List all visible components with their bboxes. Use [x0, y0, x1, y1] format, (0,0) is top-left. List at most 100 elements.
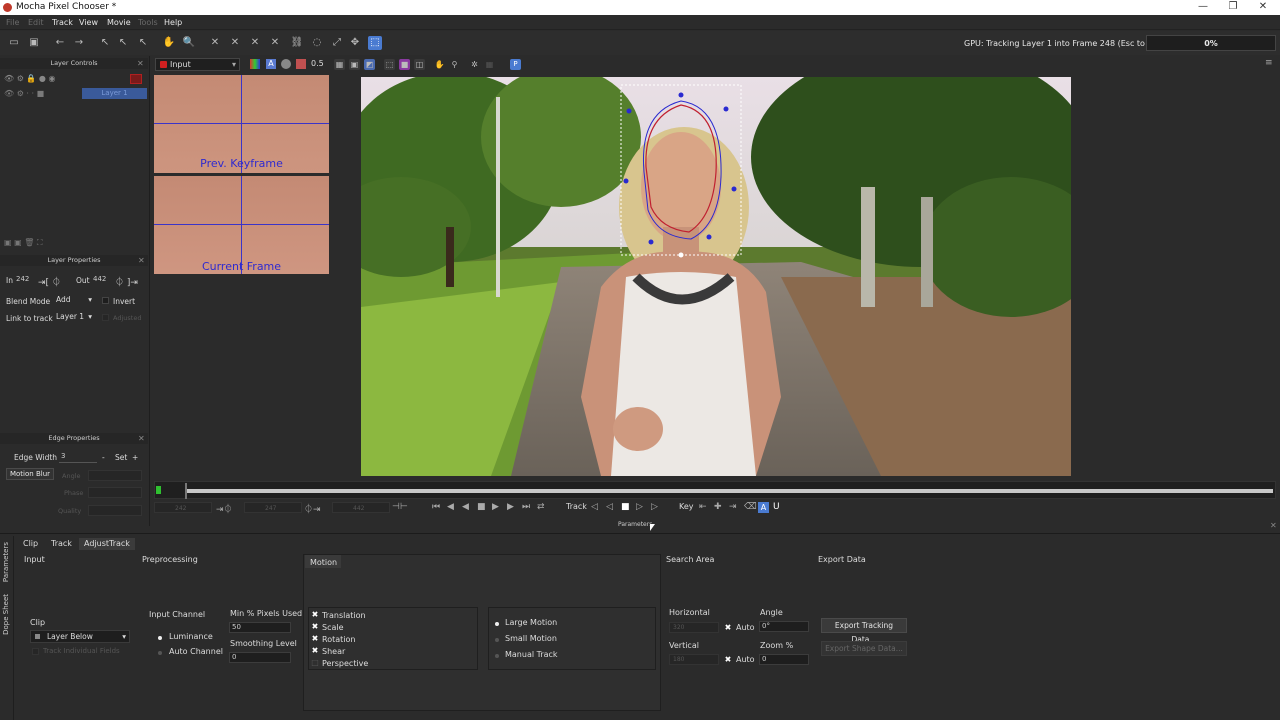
pin-icon[interactable]: ⚲ — [449, 59, 460, 70]
layer-row-icons[interactable]: 👁 ⚙ · · ■ — [4, 89, 64, 99]
go-to-in-icon[interactable]: ⇥⏀ — [216, 502, 233, 515]
horizontal-auto-checkbox[interactable]: ✖ — [724, 624, 732, 632]
menu-help[interactable]: Help — [164, 18, 182, 27]
go-to-out-icon[interactable]: ⏀⇥ — [304, 502, 321, 515]
manual-track-radio[interactable] — [495, 654, 499, 658]
opacity-value[interactable]: 0.5 — [311, 59, 324, 68]
bezier-add-icon[interactable]: ✕ — [268, 36, 282, 50]
xspline-add-icon[interactable]: ✕ — [228, 36, 242, 50]
angle-field[interactable]: 0° — [759, 621, 809, 632]
playhead[interactable] — [185, 483, 187, 499]
last-frame-icon[interactable]: ⏭ — [522, 502, 530, 512]
link-icon[interactable]: ⛓ — [290, 36, 304, 50]
clip-select[interactable]: Layer Below ▾ — [30, 630, 130, 643]
undo-key-icon[interactable]: U — [773, 502, 780, 512]
range-icon[interactable]: ⊣⊢ — [392, 502, 408, 512]
menu-view[interactable]: View — [79, 18, 98, 27]
select-points-icon[interactable]: ↖ — [116, 36, 130, 50]
layer-item-layer-1[interactable]: Layer 1 — [82, 88, 147, 99]
input-select[interactable]: Input ▾ — [155, 58, 240, 71]
add-key-icon[interactable]: ✚ — [714, 502, 722, 512]
viewer-canvas[interactable] — [361, 77, 1071, 476]
open-icon[interactable]: ▭ — [7, 36, 21, 50]
perspective-checkbox[interactable]: □ — [311, 659, 319, 667]
play-backward-icon[interactable]: ◀ — [462, 502, 469, 512]
save-icon[interactable]: ▣ — [27, 36, 41, 50]
overlay-icon[interactable] — [281, 59, 291, 69]
in-point-marker[interactable] — [156, 486, 161, 494]
in-field[interactable]: 242 — [14, 275, 34, 286]
tab-track[interactable]: Track — [46, 538, 77, 550]
scale-checkbox[interactable]: ✖ — [311, 623, 319, 631]
zoom-field[interactable]: 0 — [759, 654, 809, 665]
alpha-icon[interactable]: A — [266, 59, 276, 69]
matte-icon[interactable]: ■ — [399, 59, 410, 70]
stop-tracking-icon[interactable]: ■ — [621, 502, 630, 512]
shear-checkbox[interactable]: ✖ — [311, 647, 319, 655]
motion-blur-button[interactable]: Motion Blur — [6, 468, 54, 480]
track-step-forward-icon[interactable]: ▷ — [636, 502, 643, 512]
smoothing-field[interactable]: 0 — [229, 652, 291, 663]
small-motion-radio[interactable] — [495, 638, 499, 642]
close-icon[interactable]: ✕ — [1256, 1, 1270, 13]
auto-channel-radio[interactable] — [158, 651, 162, 655]
play-forward-icon[interactable]: ▶ — [492, 502, 499, 512]
edge-width-field[interactable]: 3 — [59, 452, 97, 463]
panel-menu-icon[interactable]: ≡ — [1265, 58, 1277, 68]
bezier-icon[interactable]: ✕ — [248, 36, 262, 50]
close-icon[interactable]: ✕ — [138, 256, 145, 265]
timeline-scrubber[interactable] — [154, 481, 1276, 499]
select-add-icon[interactable]: ↖ — [136, 36, 150, 50]
zoom-icon[interactable]: 🔍 — [182, 36, 196, 50]
blend-mode-select[interactable]: Add ▾ — [54, 295, 94, 307]
menu-track[interactable]: Track — [52, 18, 73, 27]
export-tracking-data-button[interactable]: Export Tracking Data... — [821, 618, 907, 644]
min-pixels-field[interactable]: 50 — [229, 622, 291, 633]
close-icon[interactable]: ✕ — [1270, 521, 1277, 530]
delete-key-icon[interactable]: ⌫ — [744, 502, 757, 512]
mask-icon[interactable] — [296, 59, 306, 69]
next-frame-icon[interactable]: ▶ — [507, 502, 514, 512]
hand-icon[interactable]: ✋ — [162, 36, 176, 50]
vertical-auto-checkbox[interactable]: ✖ — [724, 656, 732, 664]
tab-clip[interactable]: Clip — [18, 538, 43, 550]
p-button[interactable]: P — [510, 59, 521, 70]
prev-key-icon[interactable]: ⇤ — [699, 502, 707, 512]
set-in-icon[interactable]: ⇥[ ⏀ — [38, 275, 61, 288]
move-icon[interactable]: ✥ — [348, 36, 362, 50]
surface-icon[interactable]: ⬚ — [368, 36, 382, 50]
xspline-icon[interactable]: ✕ — [208, 36, 222, 50]
close-icon[interactable]: ✕ — [138, 434, 145, 443]
invert-checkbox[interactable] — [102, 297, 109, 304]
layer-color-swatch[interactable] — [130, 74, 142, 84]
select-icon[interactable]: ↖ — [98, 36, 112, 50]
undo-icon[interactable]: ← — [53, 36, 67, 50]
spline-view-icon[interactable]: ◩ — [364, 59, 375, 70]
luminance-radio[interactable] — [158, 636, 162, 640]
loop-icon[interactable]: ⇄ — [537, 502, 545, 512]
tab-dope-sheet[interactable]: Dope Sheet — [2, 594, 10, 635]
rgb-icon[interactable] — [250, 59, 260, 69]
tab-adjusttrack[interactable]: AdjustTrack — [79, 538, 135, 550]
tab-parameters[interactable]: Parameters — [2, 542, 10, 582]
large-motion-radio[interactable] — [495, 622, 499, 626]
menu-edit[interactable]: Edit — [28, 18, 44, 27]
transform-icon[interactable]: ⤢ — [330, 36, 344, 50]
prev-frame-icon[interactable]: ◀ — [447, 502, 454, 512]
layer-outline-icon[interactable]: ▣ — [349, 59, 360, 70]
redo-icon[interactable]: → — [72, 36, 86, 50]
set-button[interactable]: Set — [115, 453, 127, 462]
edge-width-minus-button[interactable]: - — [102, 453, 105, 462]
restore-icon[interactable]: ❐ — [1226, 1, 1240, 13]
edge-width-plus-button[interactable]: + — [132, 453, 138, 462]
rotation-checkbox[interactable]: ✖ — [311, 635, 319, 643]
set-out-icon[interactable]: ⏀ ]⇥ — [115, 275, 138, 288]
first-frame-icon[interactable]: ⏮ — [432, 502, 440, 512]
link-to-track-select[interactable]: Layer 1 ▾ — [54, 312, 94, 324]
autokey-icon[interactable]: A — [758, 502, 769, 513]
menu-movie[interactable]: Movie — [107, 18, 131, 27]
layer-action-icons[interactable]: ▣ ▣ 🗑 ⛶ — [4, 238, 74, 248]
out-field[interactable]: 442 — [91, 275, 111, 286]
shape-icon[interactable]: ◌ — [310, 36, 324, 50]
stabilize-icon[interactable]: ◫ — [414, 59, 425, 70]
